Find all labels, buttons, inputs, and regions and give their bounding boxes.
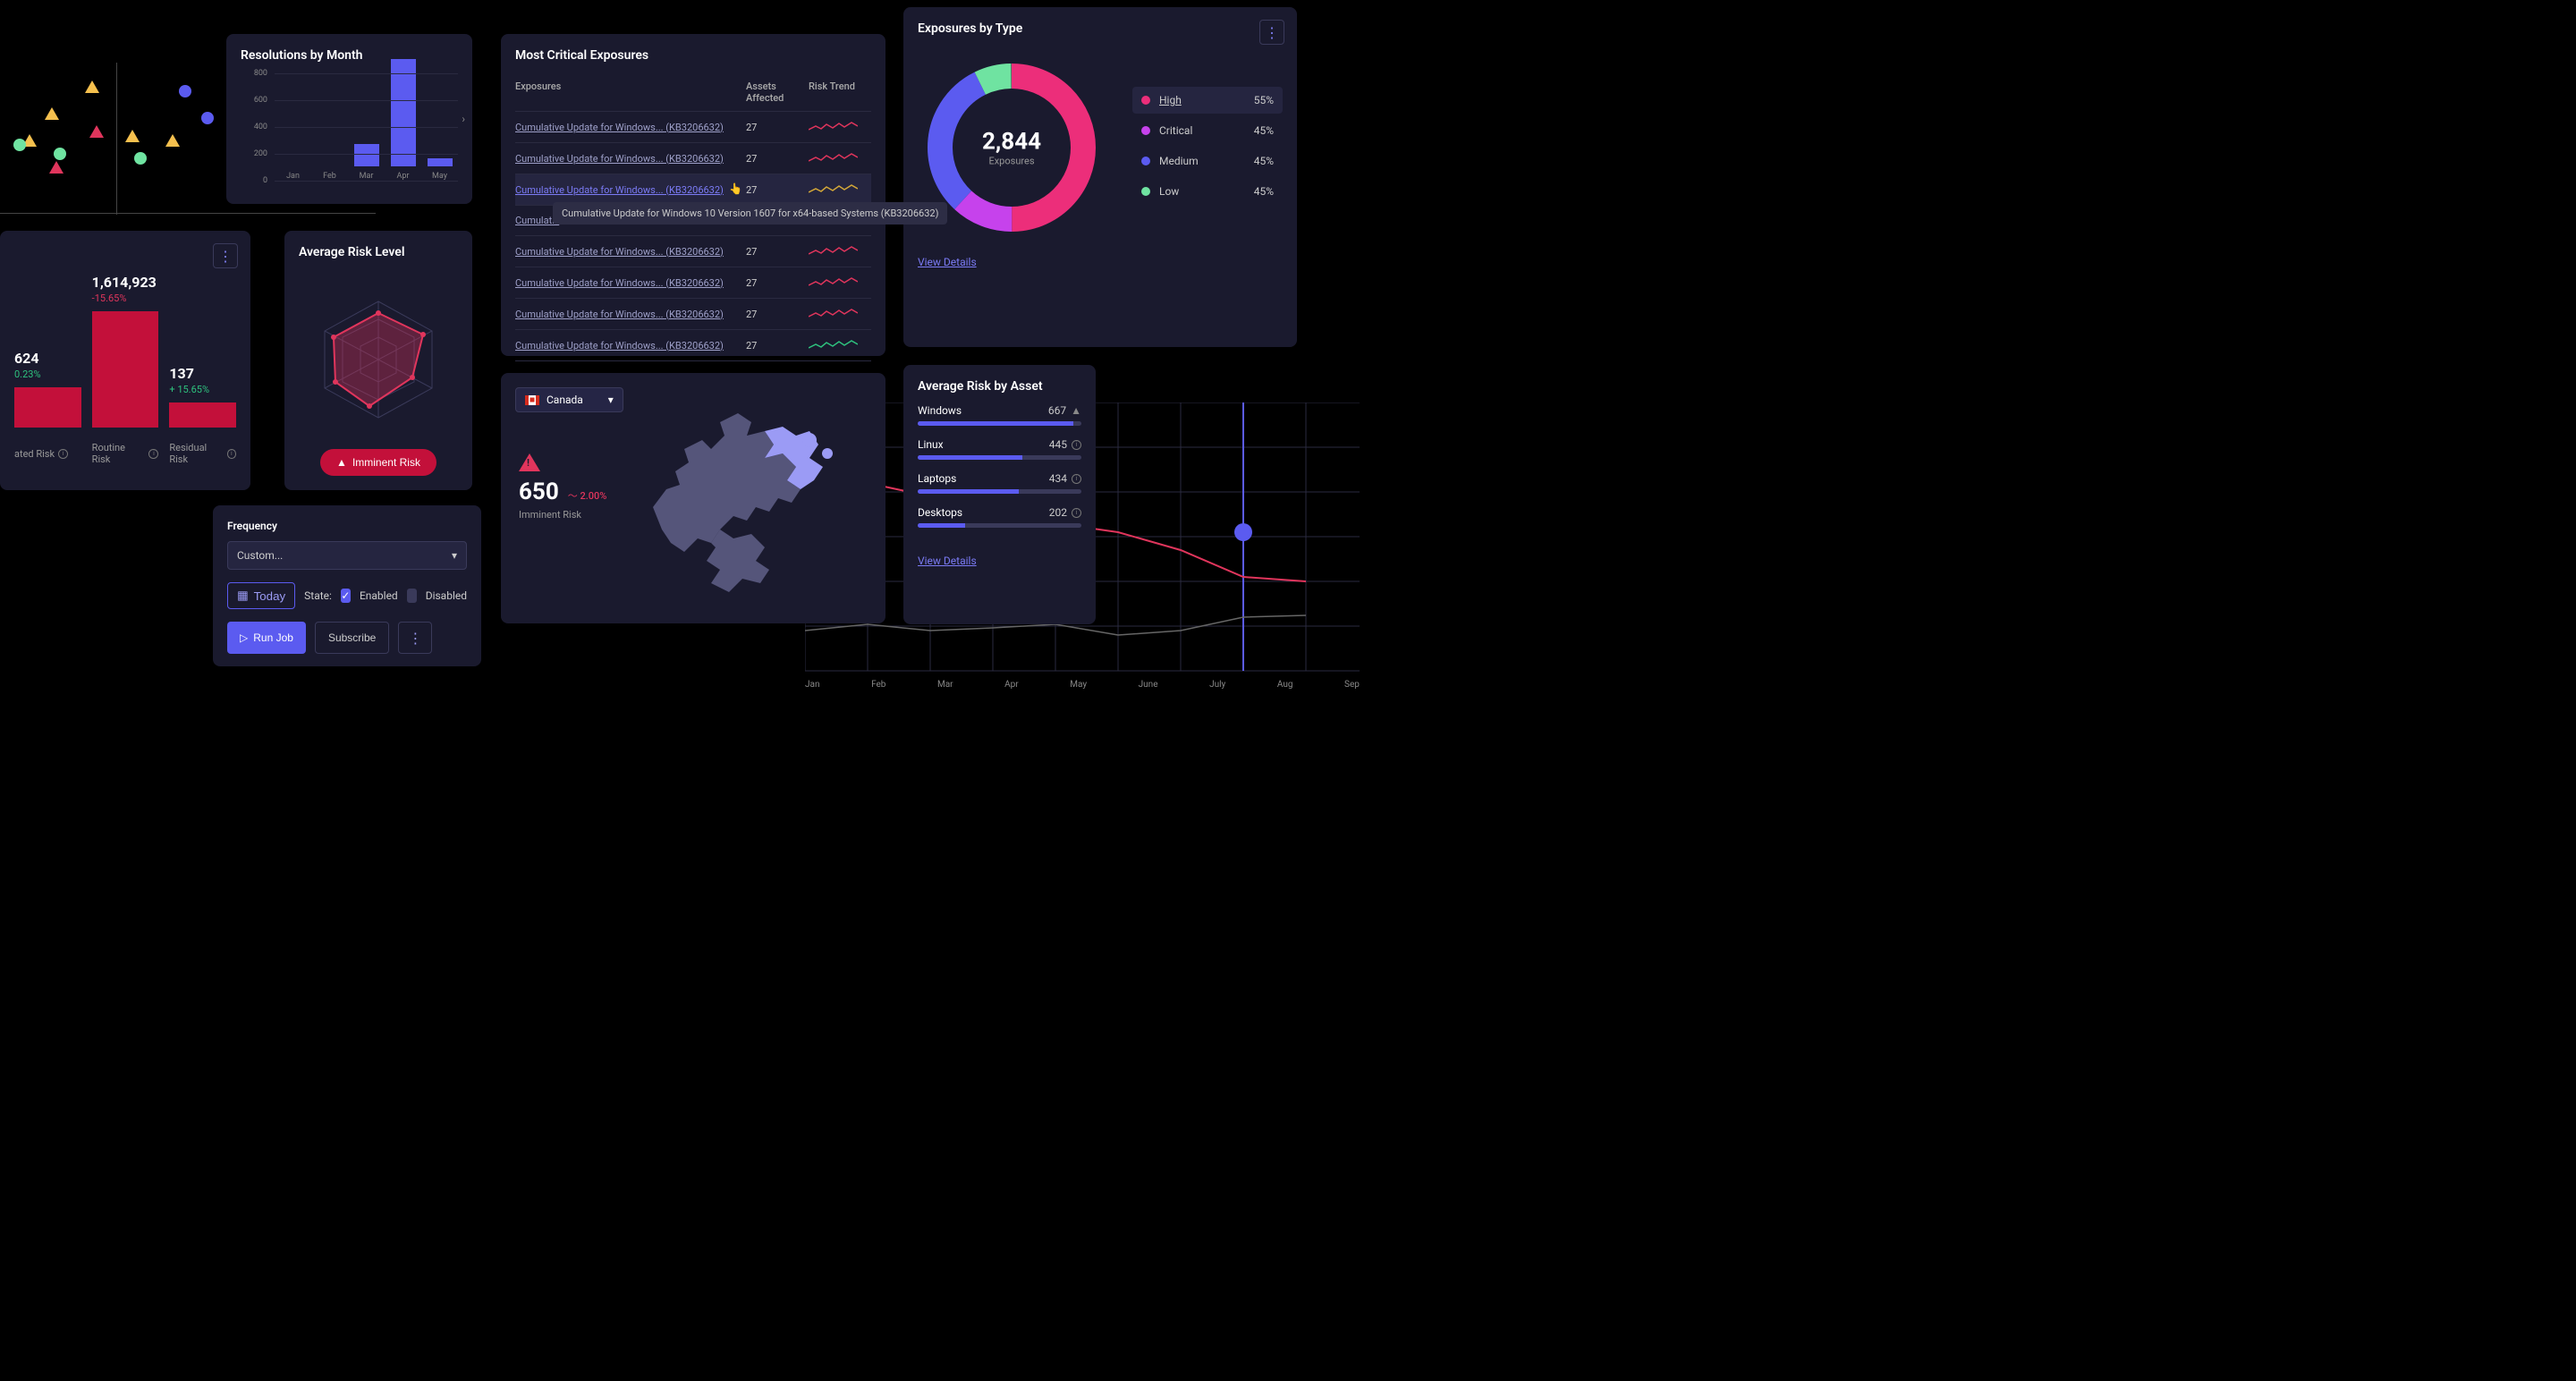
asset-row: Laptops434 i bbox=[918, 472, 1081, 494]
asset-row: Linux445 i bbox=[918, 438, 1081, 460]
frequency-title: Frequency bbox=[227, 520, 467, 532]
sparkline bbox=[809, 339, 871, 352]
imminent-risk-button[interactable]: ▲ Imminent Risk bbox=[320, 449, 436, 476]
sparkline bbox=[809, 183, 871, 196]
cursor-icon: 👆 bbox=[729, 182, 742, 195]
view-details-link[interactable]: View Details bbox=[918, 555, 977, 567]
risk-bars-card: ⋮ 624 0.23% 1,614,923 -15.65% 137 + 15.6… bbox=[0, 231, 250, 490]
sparkline bbox=[809, 121, 871, 133]
sparkline bbox=[809, 308, 871, 320]
table-header: Exposures Assets Affected Risk Trend bbox=[515, 73, 871, 112]
legend-item[interactable]: Medium 45% bbox=[1132, 148, 1283, 174]
subscribe-button[interactable]: Subscribe bbox=[315, 622, 389, 654]
enabled-checkbox[interactable]: ✓ bbox=[341, 589, 351, 603]
table-row[interactable]: Cumulativ bbox=[515, 206, 871, 236]
run-job-button[interactable]: ▷ Run Job bbox=[227, 622, 306, 654]
exposure-link[interactable]: Cumulative Update for Windows... (KB3206… bbox=[515, 122, 746, 133]
critical-exposures-card: Most Critical Exposures Exposures Assets… bbox=[501, 34, 886, 356]
trend-up-icon: 〜 2.00% bbox=[568, 488, 607, 503]
exposure-link[interactable]: Cumulative Update for Windows... (KB3206… bbox=[515, 309, 746, 320]
avg-risk-by-asset-card: Average Risk by Asset Windows667 ▲ Linux… bbox=[903, 365, 1096, 624]
resolutions-card: Resolutions by Month 0200400600800JanFeb… bbox=[226, 34, 472, 204]
table-row[interactable]: Cumulative Update for Windows... (KB3206… bbox=[515, 267, 871, 299]
table-row[interactable]: Cumulative Update for Windows... (KB3206… bbox=[515, 299, 871, 330]
exposure-link[interactable]: Cumulative Update for Windows... (KB3206… bbox=[515, 184, 746, 196]
sparkline bbox=[809, 245, 871, 258]
chevron-right-icon[interactable]: › bbox=[462, 113, 465, 125]
warning-icon: ▲ bbox=[1071, 404, 1081, 417]
exposure-link[interactable]: Cumulative Update for Windows... (KB3206… bbox=[515, 153, 746, 165]
bottom-chart-axis: JanFebMarAprMayJuneJulyAugSep bbox=[805, 680, 1360, 690]
map-value: 650 bbox=[519, 479, 559, 505]
info-icon: i bbox=[1072, 474, 1081, 484]
disabled-checkbox[interactable] bbox=[407, 589, 417, 603]
asset-row: Windows667 ▲ bbox=[918, 404, 1081, 426]
warning-triangle-icon bbox=[519, 453, 540, 471]
exposures-table: Exposures Assets Affected Risk Trend Cum… bbox=[515, 73, 871, 361]
warning-icon: ▲ bbox=[336, 456, 347, 469]
frequency-select[interactable]: Custom... ▾ bbox=[227, 541, 467, 570]
asset-row: Desktops202 i bbox=[918, 506, 1081, 528]
resolutions-title: Resolutions by Month bbox=[241, 48, 458, 63]
scatter-decoration bbox=[0, 63, 224, 215]
play-icon: ▷ bbox=[240, 631, 248, 644]
info-icon: i bbox=[1072, 508, 1081, 518]
kebab-menu-icon[interactable]: ⋮ bbox=[398, 622, 432, 654]
bytype-title: Exposures by Type bbox=[918, 21, 1283, 36]
donut-chart: 2,844 Exposures bbox=[918, 54, 1106, 241]
byasset-title: Average Risk by Asset bbox=[918, 379, 1081, 394]
today-button[interactable]: ▦ Today bbox=[227, 582, 295, 609]
info-icon: i bbox=[227, 449, 236, 459]
exposure-link[interactable]: Cumulative Update for Windows... (KB3206… bbox=[515, 340, 746, 352]
table-row[interactable]: Cumulative Update for Windows... (KB3206… bbox=[515, 236, 871, 267]
average-risk-card: Average Risk Level ▲ Imminent Risk bbox=[284, 231, 472, 490]
chevron-down-icon: ▾ bbox=[608, 394, 614, 406]
info-icon: i bbox=[1072, 440, 1081, 450]
info-icon: i bbox=[148, 449, 158, 459]
kebab-menu-icon[interactable]: ⋮ bbox=[1259, 20, 1284, 45]
legend-item[interactable]: Critical 45% bbox=[1132, 117, 1283, 144]
map-label: Imminent Risk bbox=[519, 509, 606, 521]
calendar-icon: ▦ bbox=[237, 589, 249, 603]
kebab-menu-icon[interactable]: ⋮ bbox=[213, 243, 238, 268]
canada-map bbox=[635, 400, 868, 614]
table-row[interactable]: Cumulative Update for Windows... (KB3206… bbox=[515, 174, 871, 206]
sparkline bbox=[809, 152, 871, 165]
canada-flag-icon bbox=[525, 395, 539, 405]
sparkline bbox=[809, 276, 871, 289]
risk-bars-row: 624 0.23% 1,614,923 -15.65% 137 + 15.65% bbox=[14, 267, 236, 428]
resolutions-bar-chart: 0200400600800JanFebMarAprMay bbox=[241, 73, 458, 181]
donut-label: Exposures bbox=[982, 156, 1041, 167]
exposures-by-type-card: Exposures by Type ⋮ 2,844 Exposures High… bbox=[903, 7, 1297, 347]
frequency-card: Frequency Custom... ▾ ▦ Today State: ✓ E… bbox=[213, 505, 481, 666]
map-card: Canada ▾ 650 〜 2.00% Imminent Risk bbox=[501, 373, 886, 623]
table-row[interactable]: Cumulative Update for Windows... (KB3206… bbox=[515, 330, 871, 361]
table-row[interactable]: Cumulative Update for Windows... (KB3206… bbox=[515, 112, 871, 143]
donut-legend: High 55% Critical 45% Medium 45% Low 45% bbox=[1132, 87, 1283, 208]
chevron-down-icon: ▾ bbox=[452, 549, 457, 562]
state-label: State: bbox=[304, 589, 332, 602]
country-select[interactable]: Canada ▾ bbox=[515, 387, 623, 412]
donut-value: 2,844 bbox=[982, 129, 1041, 156]
avg-risk-title: Average Risk Level bbox=[299, 245, 458, 259]
exposure-link[interactable]: Cumulative Update for Windows... (KB3206… bbox=[515, 246, 746, 258]
info-icon: i bbox=[58, 449, 68, 459]
legend-item[interactable]: Low 45% bbox=[1132, 178, 1283, 205]
exposure-link[interactable]: Cumulativ bbox=[515, 215, 746, 226]
exposure-link[interactable]: Cumulative Update for Windows... (KB3206… bbox=[515, 277, 746, 289]
map-stats: 650 〜 2.00% Imminent Risk bbox=[519, 453, 606, 521]
view-details-link[interactable]: View Details bbox=[918, 256, 977, 268]
exposures-title: Most Critical Exposures bbox=[515, 48, 871, 63]
legend-item[interactable]: High 55% bbox=[1132, 87, 1283, 114]
table-row[interactable]: Cumulative Update for Windows... (KB3206… bbox=[515, 143, 871, 174]
radar-chart bbox=[299, 270, 458, 449]
